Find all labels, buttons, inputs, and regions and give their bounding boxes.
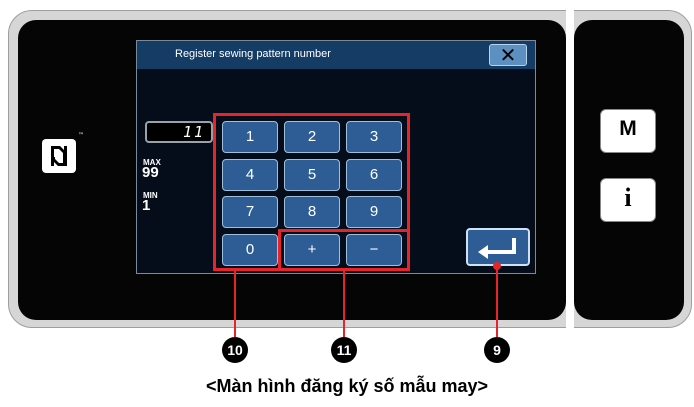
callout-badge-10: 10 (222, 337, 248, 363)
number-display-value: 11 (182, 123, 205, 141)
nfc-icon (42, 139, 76, 173)
mode-button-label: M (619, 117, 637, 140)
figure-caption: <Màn hình đăng ký số mẫu may> (205, 376, 489, 396)
number-display: 11 (145, 121, 213, 143)
button-bezel (574, 20, 684, 320)
trademark-symbol: ™ (78, 132, 84, 139)
close-button[interactable]: ✕ (489, 44, 527, 66)
dialog-title: Register sewing pattern number (175, 48, 331, 60)
callout-line-10 (234, 271, 236, 337)
panel-divider (566, 10, 574, 328)
close-icon: ✕ (499, 43, 517, 67)
callout-line-9 (496, 266, 498, 337)
max-value: 99 (142, 164, 159, 181)
mode-button[interactable]: M (600, 109, 656, 153)
min-value: 1 (142, 197, 151, 214)
plusminus-highlight (278, 229, 410, 271)
info-icon: i (624, 183, 632, 212)
enter-arrow-icon (478, 238, 516, 259)
callout-badge-11: 11 (331, 337, 357, 363)
callout-badge-9: 9 (484, 337, 510, 363)
dialog-titlebar: Register sewing pattern number ✕ (137, 41, 535, 69)
info-button[interactable]: i (600, 178, 656, 222)
enter-button[interactable] (466, 228, 530, 266)
callout-line-11 (343, 271, 345, 337)
